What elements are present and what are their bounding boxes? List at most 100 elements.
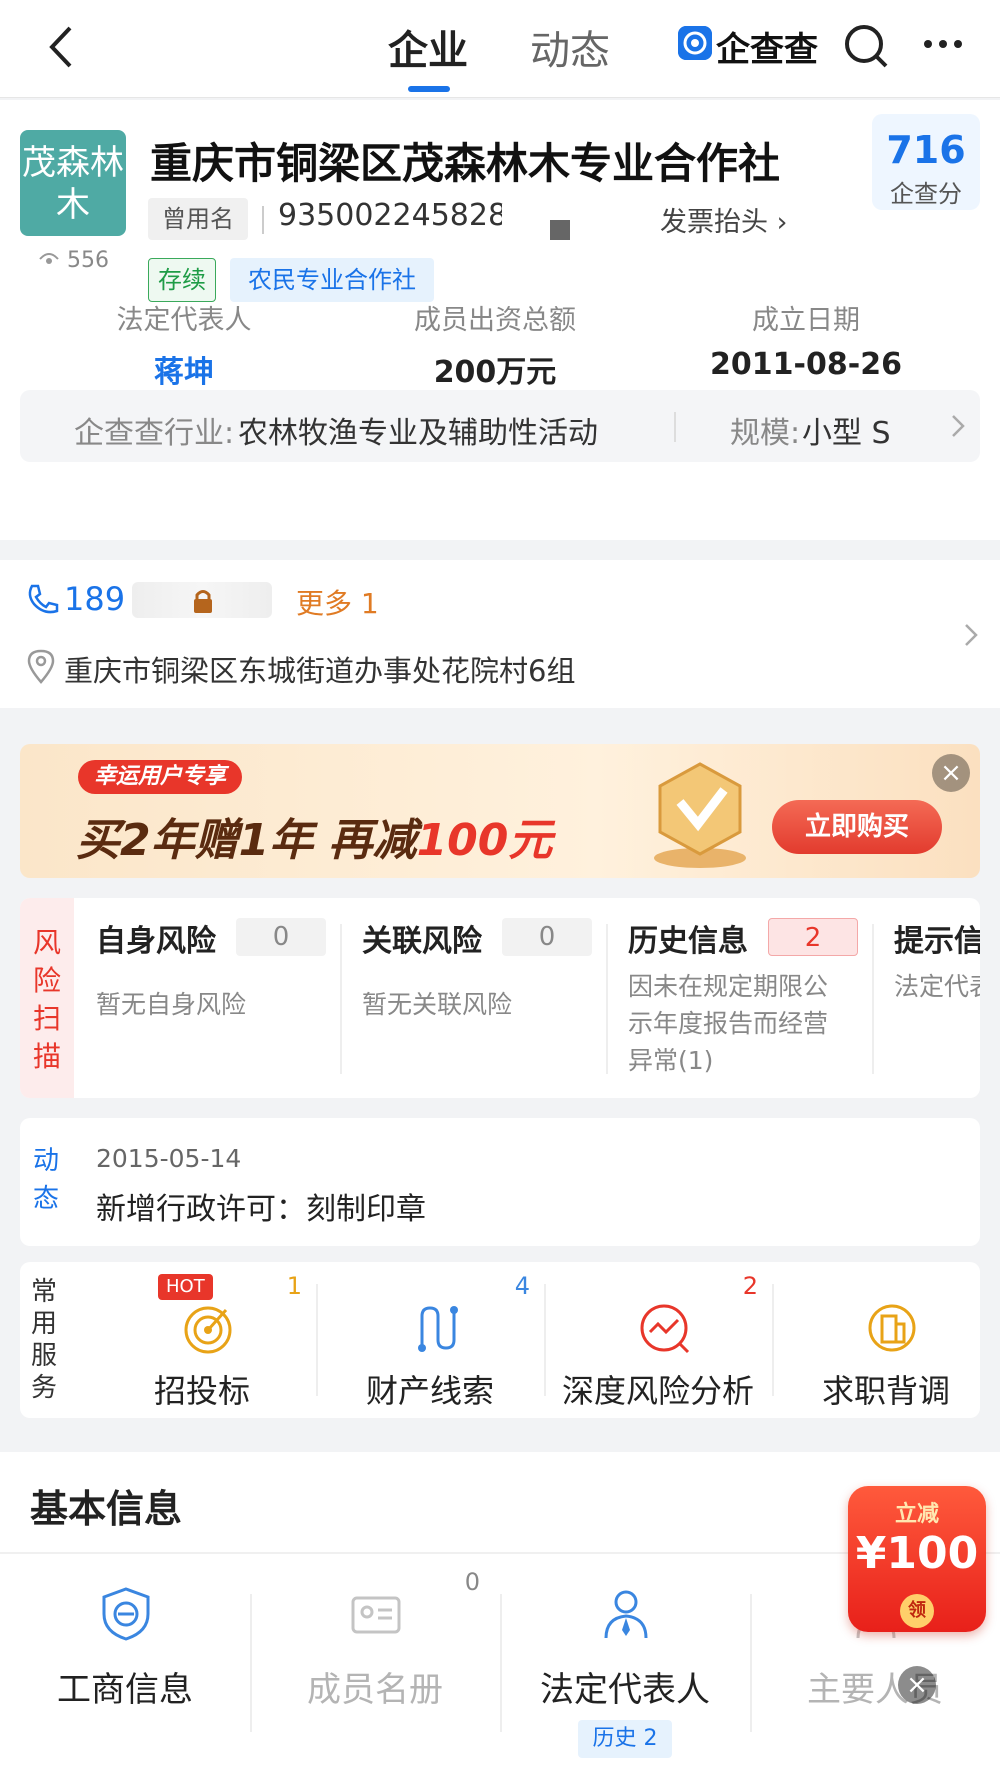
divider xyxy=(674,412,676,442)
service-label: 深度风险分析 xyxy=(561,1372,754,1410)
coupon-red-packet[interactable]: 立减 ¥100 领 xyxy=(848,1486,986,1632)
legal-rep-value[interactable]: 蒋坤 xyxy=(34,347,334,391)
service-label: 财产线索 xyxy=(365,1372,494,1410)
tab-company[interactable]: 企业 xyxy=(388,18,468,76)
legal-representative[interactable]: 法定代表人 蒋坤 xyxy=(34,298,334,391)
score-value: 716 xyxy=(886,128,966,172)
basic-item-label: 法定代表人 xyxy=(540,1670,710,1710)
buy-now-button[interactable]: 立即购买 xyxy=(772,800,942,854)
person-tie-icon xyxy=(604,1590,648,1639)
services-side-char: 常 xyxy=(30,1277,57,1307)
industry-label: 企查查行业: xyxy=(74,416,235,451)
views-icon xyxy=(39,253,59,264)
risk-side-char: 扫 xyxy=(32,1002,61,1035)
tab-news[interactable]: 动态 xyxy=(530,18,610,76)
chevron-right-icon xyxy=(952,415,965,437)
history-info-card[interactable]: 历史信息 2 因未在规定期限公示年度报告而经营异常(1) xyxy=(628,916,878,1086)
banner-tag: 幸运用户专享 xyxy=(78,760,243,794)
services-side-char: 用 xyxy=(30,1309,57,1339)
industry-value: 农林牧渔专业及辅助性活动 xyxy=(238,416,598,451)
close-banner-button[interactable]: × xyxy=(932,754,970,792)
dynamic-side-char: 态 xyxy=(32,1184,59,1214)
service-bidding[interactable]: HOT 招投标 1 xyxy=(88,1262,316,1418)
risk-desc: 暂无关联风险 xyxy=(362,990,513,1019)
target-icon xyxy=(184,1306,232,1354)
common-services: 常 用 服 务 HOT 招投标 1 财产线索 4 深度风险分析 2 求职背调 xyxy=(20,1262,980,1418)
more-phones-link[interactable]: 更多 1 xyxy=(296,582,379,622)
divider xyxy=(872,924,874,1074)
industry-bar[interactable]: 企查查行业: 农林牧渔专业及辅助性活动 规模: 小型 S xyxy=(20,390,980,462)
member-roster-item[interactable]: 成员名册 0 xyxy=(250,1568,500,1764)
address[interactable]: 重庆市铜梁区东城街道办事处花院村6组 xyxy=(64,648,575,690)
services-side-char: 服 xyxy=(30,1341,57,1371)
promo-banner[interactable]: 幸运用户专享 买2年赠1年 再减100元 立即购买 × xyxy=(20,744,980,878)
id-card-icon xyxy=(351,1596,401,1634)
banner-title-amount: 100元 xyxy=(416,815,553,866)
banner-title-text: 买2年赠1年 再减 xyxy=(76,815,417,866)
dynamic-side-char: 动 xyxy=(32,1146,59,1176)
service-deep-risk[interactable]: 深度风险分析 2 xyxy=(544,1262,772,1418)
dynamic-label: 动 态 xyxy=(26,1142,66,1218)
shield-icon xyxy=(102,1587,150,1641)
legal-rep-label: 法定代表人 xyxy=(116,305,252,336)
risk-title: 提示信 xyxy=(894,924,980,959)
risk-count: 0 xyxy=(502,918,592,956)
phone-number[interactable]: 189 xyxy=(64,580,125,618)
packet-title: 立减 xyxy=(894,1502,939,1527)
self-risk-card[interactable]: 自身风险 0 暂无自身风险 xyxy=(96,916,346,1086)
company-card: 茂森林木 556 重庆市铜梁区茂森林木专业合作社 曾用名 93500224582… xyxy=(0,100,1000,540)
company-type-badge[interactable]: 农民专业合作社 xyxy=(230,258,434,302)
dynamic-section[interactable]: 动 态 2015-05-14 新增行政许可：刻制印章 xyxy=(20,1118,980,1246)
business-info-item[interactable]: 工商信息 xyxy=(0,1574,250,1764)
risk-title: 关联风险 xyxy=(362,924,482,959)
scale-label: 规模: xyxy=(730,416,801,451)
credit-code-mask xyxy=(502,204,642,240)
top-nav: 企业 动态 企查查 xyxy=(0,0,1000,98)
risk-side-char: 描 xyxy=(32,1040,61,1073)
founded-label: 成立日期 xyxy=(752,305,860,336)
legal-rep-item[interactable]: 法定代表人 历史 2 xyxy=(500,1574,750,1764)
divider xyxy=(340,924,342,1074)
company-name: 重庆市铜梁区茂森林木专业合作社 xyxy=(150,139,781,188)
credit-code: 935002245828 xyxy=(278,198,508,233)
status-badge: 存续 xyxy=(148,258,216,302)
risk-desc: 法定代表示信息( xyxy=(894,972,980,1001)
risk-count: 0 xyxy=(236,918,326,956)
lock-icon xyxy=(194,590,212,613)
phone-icon xyxy=(28,584,59,614)
service-property-clues[interactable]: 财产线索 4 xyxy=(316,1262,544,1418)
basic-item-count: 0 xyxy=(464,1568,480,1596)
back-arrow-icon[interactable] xyxy=(42,22,82,72)
close-packet-button[interactable]: × xyxy=(898,1666,936,1704)
basic-info-title: 基本信息 xyxy=(30,1487,183,1531)
search-icon[interactable] xyxy=(842,22,892,72)
history-badge[interactable]: 历史 2 xyxy=(578,1720,672,1758)
services-label: 常 用 服 务 xyxy=(26,1276,62,1404)
more-options-icon[interactable] xyxy=(918,24,968,64)
capital-value: 200万元 xyxy=(433,355,557,390)
brand-name: 企查查 xyxy=(716,30,818,70)
company-logo: 茂森林木 xyxy=(20,130,126,236)
banner-title: 买2年赠1年 再减100元 xyxy=(76,804,552,868)
founded-value: 2011-08-26 xyxy=(710,347,902,382)
related-risk-card[interactable]: 关联风险 0 暂无关联风险 xyxy=(362,916,612,1086)
risk-analysis-icon xyxy=(640,1304,690,1354)
invoice-header-label: 发票抬头 xyxy=(660,207,768,238)
vip-badge-icon xyxy=(654,762,746,868)
invoice-header-link[interactable]: 发票抬头 › xyxy=(660,200,787,239)
hint-info-card[interactable]: 提示信 法定代表示信息( xyxy=(894,916,980,1086)
location-pin-icon xyxy=(27,649,55,684)
contact-section[interactable]: 189 更多 1 重庆市铜梁区东城街道办事处花院村6组 xyxy=(0,560,1000,708)
service-label: 求职背调 xyxy=(821,1372,950,1410)
service-background-check[interactable]: 求职背调 xyxy=(772,1262,1000,1418)
service-count: 1 xyxy=(286,1272,302,1300)
claim-button[interactable]: 领 xyxy=(900,1594,934,1628)
score-label: 企查分 xyxy=(890,180,962,208)
founded-date: 成立日期 2011-08-26 xyxy=(656,298,956,382)
qichacha-score[interactable]: 716 企查分 xyxy=(872,114,980,210)
risk-desc: 因未在规定期限公示年度报告而经营异常(1) xyxy=(628,972,829,1075)
divider xyxy=(262,206,264,234)
basic-item-label: 工商信息 xyxy=(57,1670,193,1710)
services-side-char: 务 xyxy=(30,1373,57,1403)
former-name-button[interactable]: 曾用名 xyxy=(148,198,248,240)
